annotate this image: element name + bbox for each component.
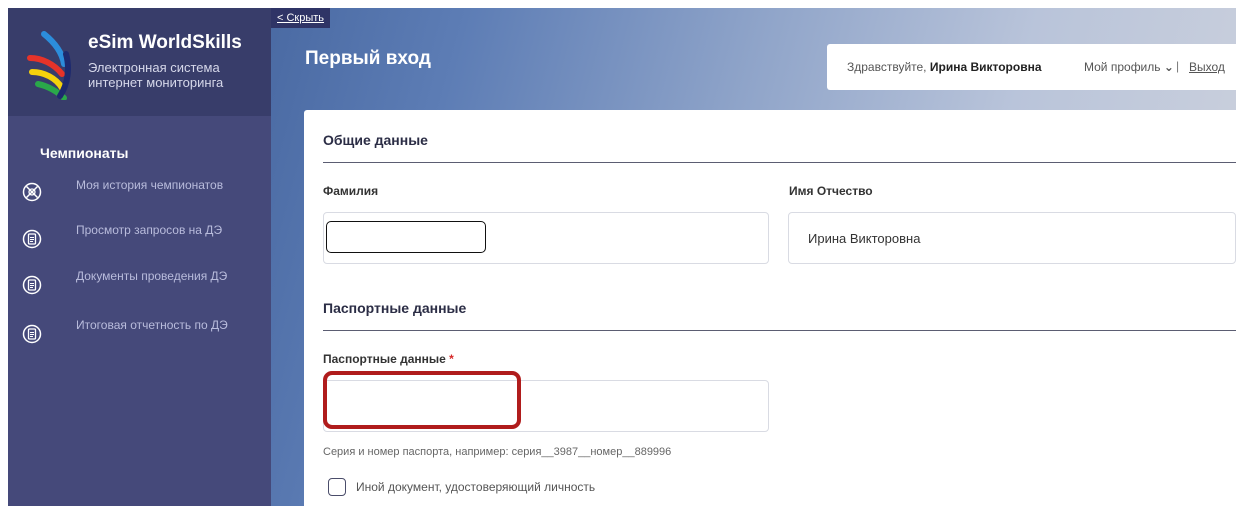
- sidebar-item-label: Итоговая отчетность по ДЭ: [76, 318, 228, 332]
- section-title-passport: Паспортные данные: [323, 300, 467, 316]
- logout-link[interactable]: Выход: [1189, 60, 1225, 74]
- section-title-championships: Чемпионаты: [40, 145, 129, 161]
- sidebar-item-de-requests[interactable]: Просмотр запросов на ДЭ: [8, 223, 271, 259]
- name-field[interactable]: Ирина Викторовна: [788, 212, 1236, 264]
- surname-field[interactable]: [323, 212, 769, 264]
- sidebar-item-de-reports[interactable]: Итоговая отчетность по ДЭ: [8, 318, 271, 354]
- form-card: Общие данные Фамилия Имя Отчество Ирина …: [304, 110, 1236, 506]
- passport-field[interactable]: [323, 380, 769, 432]
- required-mark: *: [449, 352, 454, 366]
- greeting: Здравствуйте, Ирина Викторовна: [847, 60, 1042, 74]
- chevron-down-icon: ⌄: [1163, 60, 1174, 74]
- sidebar-item-label: Моя история чемпионатов: [76, 178, 224, 192]
- document-icon: [22, 324, 42, 344]
- brand-header: eSim WorldSkills Электронная система инт…: [8, 8, 271, 116]
- profile-menu-button[interactable]: Мой профиль ⌄: [1084, 60, 1174, 74]
- main-area: < Скрыть Первый вход Здравствуйте, Ирина…: [271, 8, 1236, 506]
- compass-icon: [22, 182, 42, 202]
- sidebar: eSim WorldSkills Электронная система инт…: [8, 8, 271, 506]
- page-title: Первый вход: [305, 48, 431, 69]
- other-document-checkbox[interactable]: [328, 478, 346, 496]
- passport-hint: Серия и номер паспорта, например: серия_…: [323, 446, 672, 458]
- sidebar-item-label: Документы проведения ДЭ: [76, 269, 228, 283]
- sidebar-item-championship-history[interactable]: Моя история чемпионатов: [8, 178, 271, 214]
- brand-title: eSim WorldSkills: [88, 32, 242, 53]
- divider: [323, 162, 1236, 163]
- user-name: Ирина Викторовна: [929, 60, 1042, 74]
- document-icon: [22, 275, 42, 295]
- other-document-label: Иной документ, удостоверяющий личность: [356, 480, 596, 494]
- surname-label: Фамилия: [323, 184, 379, 198]
- name-field-value: Ирина Викторовна: [808, 231, 921, 246]
- document-icon: [22, 229, 42, 249]
- worldskills-logo-icon: [27, 31, 71, 100]
- name-label: Имя Отчество: [789, 184, 873, 198]
- redacted-surname: [326, 221, 486, 253]
- separator: |: [1176, 59, 1180, 73]
- brand-subtitle: Электронная система интернет мониторинга: [88, 60, 224, 90]
- divider: [323, 330, 1236, 331]
- user-bar: Здравствуйте, Ирина Викторовна Мой профи…: [827, 44, 1236, 90]
- passport-label: Паспортные данные *: [323, 352, 454, 366]
- section-title-general: Общие данные: [323, 132, 428, 148]
- sidebar-item-label: Просмотр запросов на ДЭ: [76, 223, 223, 237]
- hide-sidebar-link[interactable]: < Скрыть: [271, 8, 331, 28]
- sidebar-item-de-documents[interactable]: Документы проведения ДЭ: [8, 269, 271, 305]
